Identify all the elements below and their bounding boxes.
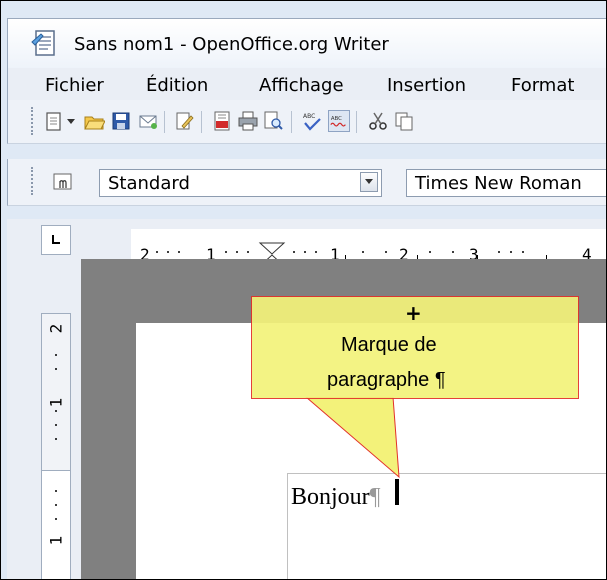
page-preview-icon[interactable] — [262, 110, 284, 132]
export-pdf-icon[interactable] — [211, 110, 233, 132]
callout-text-line1: Marque de — [341, 334, 437, 356]
svg-text:ABC: ABC — [331, 116, 342, 122]
save-icon[interactable] — [110, 110, 132, 132]
toolbar-separator — [356, 111, 357, 133]
menu-affichage[interactable]: Affichage — [259, 75, 344, 96]
autospellcheck-icon[interactable]: ABC — [328, 110, 350, 132]
paragraph-style-box[interactable]: Standard — [99, 169, 382, 197]
new-document-icon[interactable] — [43, 110, 65, 132]
document-word: Bonjour — [291, 484, 370, 510]
toolbar-separator — [201, 111, 202, 133]
toolbar-separator — [164, 111, 165, 133]
callout-pointer — [305, 397, 400, 479]
open-icon[interactable] — [83, 110, 105, 132]
paragraph-style-value: Standard — [108, 173, 190, 194]
document-text[interactable]: Bonjour¶ — [291, 484, 381, 511]
application-window: Sans nom1 - OpenOffice.org Writer Fichie… — [0, 0, 607, 580]
toolbar-grip-handle[interactable] — [31, 167, 36, 195]
callout-text-line2: paragraphe ¶ — [327, 369, 446, 391]
chevron-down-icon[interactable] — [67, 119, 75, 125]
styles-formatting-icon[interactable] — [51, 171, 75, 193]
vertical-ruler-ticks — [55, 354, 57, 520]
writer-app-icon — [31, 30, 55, 56]
callout-plus: + — [405, 301, 422, 325]
email-icon[interactable] — [137, 110, 159, 132]
tab-stop-selector[interactable] — [41, 225, 71, 255]
font-name-box[interactable]: Times New Roman — [406, 169, 606, 197]
text-cursor — [395, 479, 399, 505]
toolbar-separator — [291, 111, 292, 133]
vertical-ruler-label: 2 — [46, 323, 66, 334]
copy-icon[interactable] — [393, 110, 415, 132]
cut-icon[interactable] — [367, 110, 389, 132]
font-name-value: Times New Roman — [415, 173, 582, 194]
spellcheck-icon[interactable]: ABC — [301, 110, 323, 132]
paragraph-mark: ¶ — [369, 484, 381, 510]
chevron-down-icon — [365, 179, 373, 184]
left-tab-icon — [52, 235, 60, 244]
menu-fichier[interactable]: Fichier — [45, 75, 104, 96]
paragraph-style-dropdown-button[interactable] — [360, 172, 378, 192]
edit-file-icon[interactable] — [173, 110, 195, 132]
menu-insertion[interactable]: Insertion — [387, 75, 466, 96]
menu-edition[interactable]: Édition — [146, 75, 208, 96]
toolbar-grip-handle[interactable] — [31, 107, 36, 135]
print-icon[interactable] — [237, 110, 259, 132]
window-title: Sans nom1 - OpenOffice.org Writer — [74, 34, 389, 55]
svg-text:ABC: ABC — [303, 113, 315, 120]
menu-format[interactable]: Format — [511, 75, 574, 96]
